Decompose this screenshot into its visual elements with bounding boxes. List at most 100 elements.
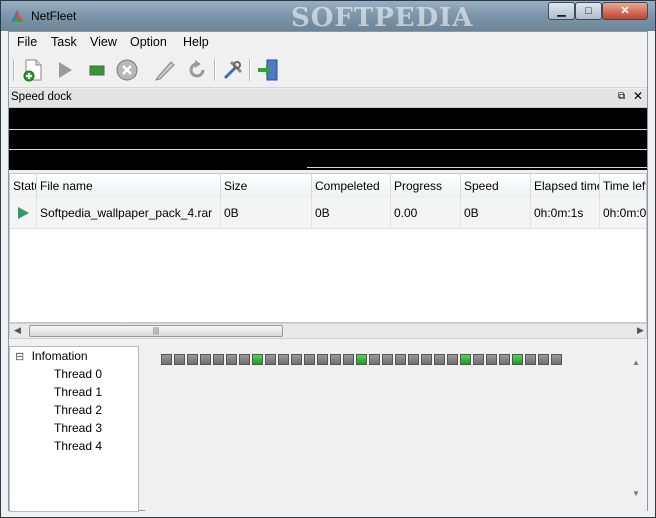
toolbar [9,53,647,88]
segment-block-pending [382,354,393,365]
tree-root-label: Infomation [31,349,88,363]
stop-icon[interactable] [85,58,109,82]
speed-graph [9,108,647,170]
segment-block-pending [395,354,406,365]
col-speed[interactable]: Speed [461,174,531,198]
segment-block-done [356,354,367,365]
segment-block-pending [538,354,549,365]
segment-block-pending [408,354,419,365]
scroll-thumb[interactable]: ||| [29,325,283,337]
tree-root[interactable]: ⊟ Infomation [15,349,88,363]
speed-gridline [9,129,647,130]
float-dock-icon[interactable]: ⧉ [618,91,625,102]
toolbar-separator [214,59,216,81]
speed-gridline [9,149,647,150]
horizontal-scrollbar[interactable]: ◀ ||| ▶ [9,323,647,339]
speed-trace [307,167,647,168]
speed-cell: 0B [461,198,531,228]
window-title: NetFleet [31,9,77,23]
menu-view[interactable]: View [90,35,117,49]
segment-block-done [252,354,263,365]
new-task-icon[interactable] [21,58,45,82]
segment-block-pending [304,354,315,365]
start-icon[interactable] [53,58,77,82]
segment-block-pending [551,354,562,365]
menu-help[interactable]: Help [183,35,209,49]
cancel-icon[interactable] [115,58,139,82]
tree-item-thread-4[interactable]: Thread 4 [54,439,102,453]
col-status[interactable]: Status [10,174,37,198]
completed-cell: 0B [312,198,391,228]
settings-icon[interactable] [221,58,245,82]
menu-file[interactable]: File [17,35,37,49]
tree-item-thread-3[interactable]: Thread 3 [54,421,102,435]
col-time-left[interactable]: Time left [600,174,646,198]
segment-block-pending [226,354,237,365]
col-file-name[interactable]: File name [37,174,221,198]
exit-icon[interactable] [256,58,280,82]
scroll-up-icon[interactable]: ▲ [632,358,640,367]
size-cell: 0B [221,198,312,228]
menu-option[interactable]: Option [130,35,167,49]
watermark: SOFTPEDIA [291,3,474,33]
segment-block-pending [291,354,302,365]
minimize-button[interactable]: ▁ [548,2,575,20]
netfleet-logo-icon [11,10,23,22]
segment-block-pending [265,354,276,365]
tree-item-thread-2[interactable]: Thread 2 [54,403,102,417]
segment-block-pending [525,354,536,365]
toolbar-separator [13,59,15,81]
collapse-icon[interactable]: ⊟ [15,351,24,363]
segment-block-pending [499,354,510,365]
segment-block-pending [200,354,211,365]
vertical-scrollbar[interactable]: ▲ ▼ [626,346,647,512]
app-window: SOFTPEDIA NetFleet ▁ □ ✕ File Task View … [0,0,656,518]
scroll-left-icon[interactable]: ◀ [14,325,21,336]
speed-dock-label: Speed dock [11,91,72,103]
segment-block-pending [473,354,484,365]
segment-block-pending [317,354,328,365]
segment-block-pending [187,354,198,365]
col-progress[interactable]: Progress [391,174,461,198]
segment-block-pending [421,354,432,365]
segment-block-pending [343,354,354,365]
segment-block-done [460,354,471,365]
edit-icon[interactable] [153,58,177,82]
segment-block-pending [278,354,289,365]
main-area: File Task View Option Help Speed dock ⧉ … [8,31,648,512]
tree-item-thread-1[interactable]: Thread 1 [54,385,102,399]
elapsed-cell: 0h:0m:1s [531,198,600,228]
download-table: Status File name Size Compeleted Progres… [9,173,647,323]
information-tree: ⊟ Infomation Thread 0 Thread 1 Thread 2 … [9,346,139,512]
segment-map: ▲ ▼ [145,346,647,512]
scroll-down-icon[interactable]: ▼ [632,489,640,498]
tree-item-thread-0[interactable]: Thread 0 [54,367,102,381]
maximize-button[interactable]: □ [575,2,602,20]
close-button[interactable]: ✕ [602,2,648,20]
segment-block-pending [447,354,458,365]
speed-dock-titlebar[interactable]: Speed dock ⧉ ✕ [9,89,647,108]
status-cell [10,198,37,228]
time-left-cell: 0h:0m:0s [603,206,647,220]
segment-block-pending [161,354,172,365]
segment-block-done [512,354,523,365]
col-completed[interactable]: Compeleted [312,174,391,198]
menu-bar: File Task View Option Help [9,32,647,52]
segment-block-pending [434,354,445,365]
table-row[interactable]: Softpedia_wallpaper_pack_4.rar 0B 0B 0.0… [10,198,647,229]
segment-block-pending [369,354,380,365]
col-elapsed-time[interactable]: Elapsed time [531,174,600,198]
refresh-icon[interactable] [185,58,209,82]
close-dock-icon[interactable]: ✕ [633,89,643,103]
table-header: Status File name Size Compeleted Progres… [10,174,646,199]
title-bar[interactable]: SOFTPEDIA NetFleet ▁ □ ✕ [1,1,655,33]
toolbar-separator [249,59,251,81]
col-size[interactable]: Size [221,174,312,198]
segment-block-pending [239,354,250,365]
progress-cell: 0.00 [391,198,461,228]
segment-block-pending [174,354,185,365]
menu-task[interactable]: Task [51,35,77,49]
scroll-right-icon[interactable]: ▶ [637,325,644,336]
segment-block-pending [486,354,497,365]
segment-block-pending [213,354,224,365]
